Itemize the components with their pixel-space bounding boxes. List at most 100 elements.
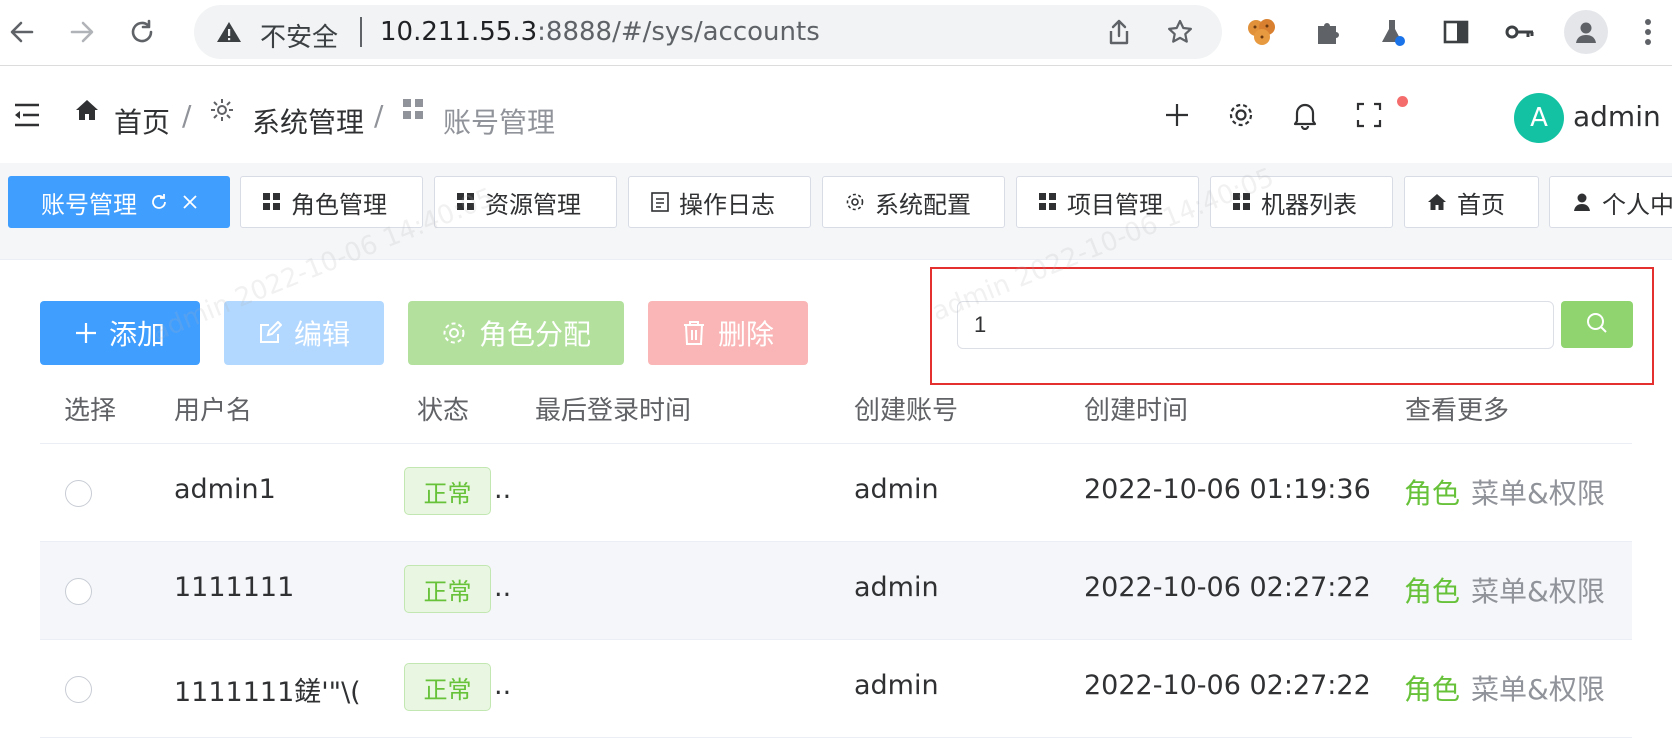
role-link[interactable]: 角色 <box>1404 472 1460 512</box>
row-select-radio[interactable] <box>65 480 92 507</box>
cookie-extension-icon[interactable] <box>1244 14 1280 50</box>
notification-dot <box>1397 96 1408 107</box>
gear-icon <box>209 97 235 127</box>
main-content: 添加 编辑 角色分配 删除 选择 用户名 状态 最后登录时间 创建账号 创建时间… <box>0 259 1672 740</box>
add-label: 添加 <box>108 318 165 351</box>
address-bar[interactable]: 不安全 10.211.55.3:8888/#/sys/accounts <box>194 5 1222 59</box>
reload-icon[interactable] <box>124 14 160 50</box>
fullscreen-icon[interactable] <box>1349 95 1389 135</box>
app-header: 首页 / 系统管理 / 账号管理 <box>0 67 1672 163</box>
flask-icon[interactable] <box>1374 14 1410 50</box>
search-button[interactable] <box>1561 301 1633 348</box>
home-icon <box>1427 192 1447 212</box>
tab-label: 机器列表 <box>1261 190 1357 219</box>
tab-label: 资源管理 <box>485 190 581 219</box>
table-row[interactable]: admin1 正常 .. admin 2022-10-06 01:19:36 角… <box>40 444 1632 542</box>
delete-button[interactable]: 删除 <box>648 301 808 365</box>
tab-machines[interactable]: 机器列表 <box>1210 176 1393 228</box>
column-header-last-login: 最后登录时间 <box>535 396 692 426</box>
breadcrumb-system[interactable]: 系统管理 <box>252 101 364 141</box>
tags-view-bar: 账号管理 角色管理 资源管理 操作日志 系统配置 项目管理 机器列表 首页 个人… <box>0 163 1672 259</box>
tab-home[interactable]: 首页 <box>1404 176 1539 228</box>
avatar[interactable]: A <box>1514 93 1564 143</box>
creator-cell: admin <box>854 670 939 701</box>
tab-label: 项目管理 <box>1067 190 1163 219</box>
grid-icon <box>1233 193 1251 211</box>
tab-accounts[interactable]: 账号管理 <box>8 176 230 228</box>
row-select-radio[interactable] <box>65 676 92 703</box>
username-cell: admin1 <box>174 474 276 505</box>
created-time-cell: 2022-10-06 01:19:36 <box>1084 474 1371 505</box>
menu-permission-link[interactable]: 菜单&权限 <box>1471 668 1605 708</box>
tab-projects[interactable]: 项目管理 <box>1016 176 1199 228</box>
home-icon <box>74 97 100 127</box>
menu-fold-icon[interactable] <box>6 95 46 135</box>
tab-profile[interactable]: 个人中 <box>1549 176 1672 228</box>
warning-icon <box>216 20 242 48</box>
edit-label: 编辑 <box>293 318 350 351</box>
search-input[interactable] <box>957 301 1554 349</box>
column-header-created: 创建时间 <box>1084 396 1189 426</box>
breadcrumb-separator: / <box>374 99 384 132</box>
trash-icon <box>682 320 706 346</box>
tab-label: 系统配置 <box>875 190 971 219</box>
table-row[interactable]: 1111111鎈'"\( 正常 .. admin 2022-10-06 02:2… <box>40 640 1632 738</box>
tab-label: 首页 <box>1457 190 1505 219</box>
side-panel-icon[interactable] <box>1438 14 1474 50</box>
person-icon <box>1572 192 1592 212</box>
refresh-icon[interactable] <box>149 192 169 212</box>
grid-icon <box>457 193 475 211</box>
omnibox-divider <box>360 17 362 47</box>
created-time-cell: 2022-10-06 02:27:22 <box>1084 572 1371 603</box>
tab-operation-log[interactable]: 操作日志 <box>628 176 811 228</box>
edit-button[interactable]: 编辑 <box>224 301 384 365</box>
delete-label: 删除 <box>717 318 774 351</box>
user-name[interactable]: admin <box>1573 100 1661 133</box>
grid-icon <box>263 193 281 211</box>
tab-label: 操作日志 <box>679 190 775 219</box>
puzzle-extension-icon[interactable] <box>1310 14 1346 50</box>
gear-icon <box>845 192 865 212</box>
more-menu-icon[interactable] <box>1630 14 1666 50</box>
tab-label: 角色管理 <box>291 190 387 219</box>
breadcrumb-home[interactable]: 首页 <box>114 101 170 141</box>
menu-permission-link[interactable]: 菜单&权限 <box>1471 472 1605 512</box>
forward-icon[interactable] <box>64 14 100 50</box>
share-icon[interactable] <box>1106 18 1132 50</box>
assign-role-button[interactable]: 角色分配 <box>408 301 624 365</box>
bookmark-star-icon[interactable] <box>1166 18 1194 50</box>
tab-roles[interactable]: 角色管理 <box>240 176 423 228</box>
tab-system-config[interactable]: 系统配置 <box>822 176 1005 228</box>
menu-permission-link[interactable]: 菜单&权限 <box>1471 570 1605 610</box>
table-row[interactable]: 1111111 正常 .. admin 2022-10-06 02:27:22 … <box>40 542 1632 640</box>
last-login-cell: .. <box>494 474 512 505</box>
column-header-more: 查看更多 <box>1405 396 1510 426</box>
back-icon[interactable] <box>4 14 40 50</box>
creator-cell: admin <box>854 572 939 603</box>
last-login-cell: .. <box>494 572 512 603</box>
plus-icon <box>75 322 97 344</box>
creator-cell: admin <box>854 474 939 505</box>
profile-icon[interactable] <box>1564 10 1608 54</box>
tab-resources[interactable]: 资源管理 <box>434 176 617 228</box>
plus-icon[interactable] <box>1157 95 1197 135</box>
add-button[interactable]: 添加 <box>40 301 200 365</box>
username-cell: 1111111 <box>174 572 295 603</box>
role-link[interactable]: 角色 <box>1404 570 1460 610</box>
role-link[interactable]: 角色 <box>1404 668 1460 708</box>
settings-gear-icon[interactable] <box>1221 95 1261 135</box>
row-select-radio[interactable] <box>65 578 92 605</box>
grid-icon <box>402 98 424 124</box>
column-header-select: 选择 <box>64 396 117 426</box>
username-cell: 1111111鎈'"\( <box>174 677 361 708</box>
tab-label: 账号管理 <box>41 190 137 219</box>
column-header-status: 状态 <box>417 396 470 426</box>
gear-icon <box>441 320 467 346</box>
column-header-username: 用户名 <box>174 396 253 426</box>
assign-role-label: 角色分配 <box>478 318 591 351</box>
grid-icon <box>1039 193 1057 211</box>
bell-icon[interactable] <box>1285 95 1325 135</box>
status-badge: 正常 <box>404 565 491 613</box>
close-icon[interactable] <box>181 193 199 211</box>
key-icon[interactable] <box>1502 14 1538 50</box>
